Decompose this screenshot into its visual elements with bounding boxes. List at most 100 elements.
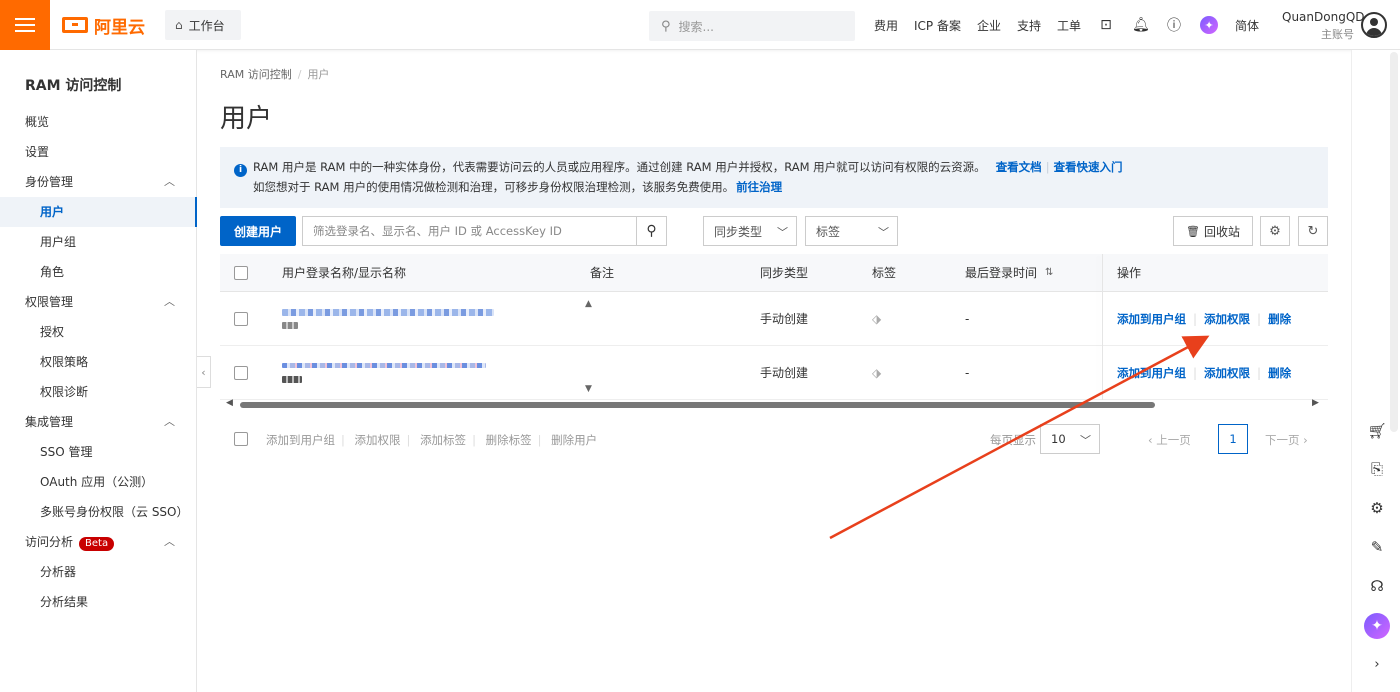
sidebar-item-policies[interactable]: 权限策略	[0, 347, 197, 377]
sync-type-select[interactable]: 同步类型 ﹀	[703, 216, 797, 246]
sidebar-item-roles[interactable]: 角色	[0, 257, 197, 287]
ai-assistant-icon[interactable]: ✦	[1364, 613, 1390, 639]
scroll-right-arrow-icon[interactable]: ▶	[1312, 398, 1319, 408]
sync-type-value: 手动创建	[760, 312, 809, 326]
add-permission-link[interactable]: 添加权限	[1204, 311, 1250, 327]
page-1-button[interactable]: 1	[1218, 424, 1248, 454]
horizontal-scrollbar[interactable]: ◀ ▶	[220, 398, 1328, 410]
table-row: 手动创建 ⬗ - 添加到用户组 | 添加权限 | 删除	[220, 346, 1328, 400]
terminal-icon[interactable]: ⊡	[1098, 17, 1114, 33]
quickstart-link[interactable]: 查看快速入门	[1054, 160, 1123, 174]
sidebar-item-label: 访问分析	[25, 535, 74, 549]
edit-icon[interactable]: ✎	[1366, 536, 1388, 558]
top-links: 费用 ICP 备案 企业 支持 工单 ⊡ 🔔︎ ⓘ ✦ 简体	[866, 0, 1267, 50]
delete-link[interactable]: 删除	[1268, 311, 1291, 327]
sidebar-item-diagnosis[interactable]: 权限诊断	[0, 377, 197, 407]
footer-select-all-checkbox[interactable]	[234, 432, 248, 446]
search-icon: ⚲	[661, 18, 671, 34]
scroll-down-arrow-icon[interactable]: ▼	[585, 384, 592, 394]
user-name-cell[interactable]	[282, 292, 494, 345]
top-link-billing[interactable]: 费用	[874, 17, 898, 34]
sidebar-item-analyzer[interactable]: 分析器	[0, 557, 197, 587]
sidebar-item-label: 多账号身份权限（云 SSO）	[40, 505, 189, 519]
batch-add-permission[interactable]: 添加权限	[355, 433, 401, 447]
tag-select[interactable]: 标签 ﹀	[805, 216, 898, 246]
top-link-ticket[interactable]: 工单	[1057, 17, 1081, 34]
filter-input[interactable]: 筛选登录名、显示名、用户 ID 或 AccessKey ID ⚲	[302, 216, 667, 246]
headset-icon[interactable]: ☊	[1366, 575, 1388, 597]
view-docs-link[interactable]: 查看文档	[996, 160, 1042, 174]
search-placeholder: 搜索...	[678, 19, 714, 34]
bell-icon[interactable]: 🔔︎	[1132, 17, 1150, 33]
next-page-button[interactable]: 下一页 ›	[1265, 432, 1308, 448]
sidebar-group-integration[interactable]: 集成管理 ︿	[0, 407, 197, 437]
sidebar-item-label: 设置	[25, 145, 50, 159]
settings-icon[interactable]: ⚙	[1260, 216, 1290, 246]
table-header: 用户登录名称/显示名称 备注 同步类型 标签 最后登录时间 ⇅ 操作	[220, 254, 1328, 292]
global-search-input[interactable]: ⚲ 搜索...	[649, 11, 855, 41]
prev-page-button[interactable]: ‹ 上一页	[1148, 432, 1191, 448]
notice-text-2: 如您想对于 RAM 用户的使用情况做检测和治理，可移步身份权限治理检测，该服务免…	[253, 180, 735, 194]
sidebar-item-overview[interactable]: 概览	[0, 107, 197, 137]
row-checkbox[interactable]	[234, 365, 248, 380]
sidebar-item-label: 用户	[40, 205, 65, 219]
tag-icon[interactable]: ⬗	[872, 292, 881, 345]
user-info[interactable]: QuanDongQD 主账号	[1282, 10, 1365, 42]
sidebar-item-settings[interactable]: 设置	[0, 137, 197, 167]
govern-link[interactable]: 前往治理	[736, 180, 782, 194]
menu-icon[interactable]	[0, 0, 50, 50]
sort-icon[interactable]: ⇅	[1045, 267, 1053, 278]
recycle-bin-button[interactable]: 🗑︎ 回收站	[1173, 216, 1253, 246]
scroll-up-arrow-icon[interactable]: ▲	[585, 299, 592, 309]
sidebar-group-permissions[interactable]: 权限管理 ︿	[0, 287, 197, 317]
batch-delete-user[interactable]: 删除用户	[551, 433, 597, 447]
checkbox[interactable]	[234, 265, 248, 280]
ai-assistant-icon[interactable]: ✦	[1200, 16, 1219, 34]
sidebar-item-cloud-sso[interactable]: 多账号身份权限（云 SSO）	[0, 497, 197, 527]
top-link-icp[interactable]: ICP 备案	[914, 17, 961, 34]
create-user-button[interactable]: 创建用户	[220, 216, 296, 246]
batch-add-group[interactable]: 添加到用户组	[266, 433, 335, 447]
top-link-support[interactable]: 支持	[1017, 17, 1041, 34]
add-to-group-link[interactable]: 添加到用户组	[1117, 365, 1186, 381]
refresh-icon[interactable]: ↻	[1298, 216, 1328, 246]
batch-remove-tag[interactable]: 删除标签	[486, 433, 532, 447]
help-icon[interactable]: ⓘ	[1166, 15, 1182, 35]
row-checkbox[interactable]	[234, 311, 248, 326]
sidebar-item-grants[interactable]: 授权	[0, 317, 197, 347]
tag-icon[interactable]: ⬗	[872, 346, 881, 399]
sidebar-group-access-analysis[interactable]: 访问分析 Beta ︿	[0, 527, 197, 557]
language-switch[interactable]: 简体	[1235, 17, 1259, 34]
add-permission-link[interactable]: 添加权限	[1204, 365, 1250, 381]
search-icon[interactable]: ⚲	[636, 217, 666, 245]
row-actions: 添加到用户组 | 添加权限 | 删除	[1117, 346, 1291, 399]
scrollbar-thumb[interactable]	[240, 402, 1155, 408]
sidebar-item-user-groups[interactable]: 用户组	[0, 227, 197, 257]
top-link-enterprise[interactable]: 企业	[977, 17, 1001, 34]
batch-add-tag[interactable]: 添加标签	[420, 433, 466, 447]
scroll-left-arrow-icon[interactable]: ◀	[226, 398, 233, 408]
breadcrumb-root[interactable]: RAM 访问控制	[220, 68, 292, 81]
user-avatar-icon[interactable]	[1361, 12, 1387, 38]
delete-link[interactable]: 删除	[1268, 365, 1291, 381]
aliyun-logo[interactable]: 阿里云	[62, 14, 145, 38]
gear-icon[interactable]: ⚙	[1366, 497, 1388, 519]
chevron-right-icon[interactable]: ›	[1366, 653, 1388, 675]
workbench-button[interactable]: ⌂ 工作台	[165, 10, 241, 40]
sidebar-item-users[interactable]: 用户	[0, 197, 197, 227]
filter-placeholder: 筛选登录名、显示名、用户 ID 或 AccessKey ID	[313, 224, 562, 238]
col-last-login[interactable]: 最后登录时间 ⇅	[965, 254, 1053, 291]
add-to-group-link[interactable]: 添加到用户组	[1117, 311, 1186, 327]
document-icon[interactable]: ⎘	[1366, 458, 1388, 480]
per-page-select[interactable]: 10 ﹀	[1040, 424, 1100, 454]
divider: |	[1193, 365, 1198, 380]
sidebar-item-analysis-results[interactable]: 分析结果	[0, 587, 197, 617]
select-all-checkbox[interactable]	[234, 254, 248, 291]
cart-icon[interactable]: 🛒︎	[1366, 420, 1388, 442]
logo-text: 阿里云	[94, 17, 145, 38]
page-scrollbar[interactable]	[1390, 52, 1398, 432]
sidebar-item-sso[interactable]: SSO 管理	[0, 437, 197, 467]
sidebar-group-identity[interactable]: 身份管理 ︿	[0, 167, 197, 197]
user-name-cell[interactable]	[282, 346, 486, 399]
sidebar-item-oauth[interactable]: OAuth 应用（公测）	[0, 467, 197, 497]
